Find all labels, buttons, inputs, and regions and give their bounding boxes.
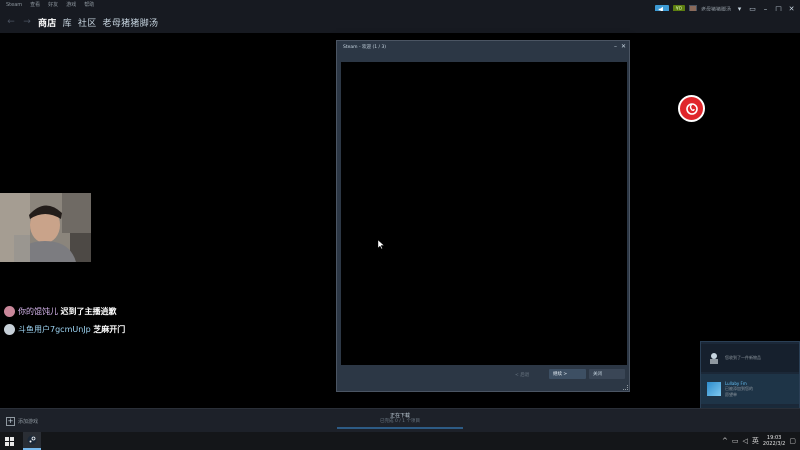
chat-text: 芝麻开门 bbox=[93, 325, 126, 334]
ime-lang-icon[interactable]: 英 bbox=[752, 436, 759, 446]
tab-library[interactable]: 库 bbox=[63, 16, 72, 29]
downloads-subtitle: 已完成 0 / 1 个项目 bbox=[380, 419, 420, 424]
notification-item[interactable]: 您收到了一件新物品 bbox=[701, 344, 799, 372]
back-arrow-icon[interactable]: ← bbox=[6, 17, 16, 27]
clock[interactable]: 19:03 2022/3/2 bbox=[763, 435, 785, 447]
close-icon[interactable]: ✕ bbox=[621, 43, 626, 50]
netease-music-icon[interactable] bbox=[678, 95, 705, 122]
notification-center-icon[interactable]: ▢ bbox=[789, 437, 796, 445]
avatar bbox=[4, 306, 15, 317]
navigation-bar: ← → 商店 库 社区 老母猪猪脚汤 bbox=[0, 11, 800, 33]
plus-icon: + bbox=[6, 417, 15, 426]
windows-start-icon[interactable] bbox=[0, 432, 18, 450]
minimize-icon[interactable]: – bbox=[614, 43, 617, 50]
dialog-content bbox=[341, 62, 627, 365]
gift-icon bbox=[710, 353, 718, 364]
steam-bottom-bar: + 添加游戏 正在下载 已完成 0 / 1 个项目 bbox=[0, 408, 800, 432]
next-button[interactable]: 继续 > bbox=[549, 369, 586, 379]
menu-item-help[interactable]: 帮助 bbox=[84, 0, 94, 11]
steam-taskbar-icon[interactable] bbox=[23, 432, 41, 450]
back-button[interactable]: < 后退 bbox=[511, 370, 541, 379]
menu-item-view[interactable]: 查看 bbox=[30, 0, 40, 11]
clock-date: 2022/3/2 bbox=[762, 441, 786, 447]
downloads-status[interactable]: 正在下载 已完成 0 / 1 个项目 bbox=[337, 413, 463, 429]
notification-text: 您收到了一件新物品 bbox=[725, 355, 761, 361]
notification-line: 已被添加到您的 bbox=[725, 386, 753, 392]
notification-line: 愿望单 bbox=[725, 391, 737, 397]
chat-message: 你的馄饨儿 迟到了主播逍歉 bbox=[4, 305, 134, 318]
chat-text: 迟到了主播逍歉 bbox=[60, 307, 117, 316]
network-icon[interactable]: ▭ bbox=[732, 437, 739, 445]
add-game-label: 添加游戏 bbox=[18, 419, 39, 425]
chat-username: 你的馄饨儿 bbox=[18, 307, 58, 316]
tab-store[interactable]: 商店 bbox=[38, 16, 57, 29]
system-tray: ^ ▭ ◁ 英 19:03 2022/3/2 ▢ bbox=[722, 432, 800, 450]
dialog-title: Steam - 欢迎 (1 / 3) bbox=[343, 45, 387, 50]
tab-profile[interactable]: 老母猪猪脚汤 bbox=[103, 16, 159, 29]
add-game-button[interactable]: + 添加游戏 bbox=[6, 417, 38, 426]
menu-item-games[interactable]: 游戏 bbox=[66, 0, 76, 11]
tab-community[interactable]: 社区 bbox=[78, 16, 97, 29]
downloads-progress-bar bbox=[337, 427, 463, 429]
notification-item[interactable]: Lullaby Fm 已被添加到您的 愿望单 bbox=[701, 374, 799, 404]
windows-taskbar: ^ ▭ ◁ 英 19:03 2022/3/2 ▢ bbox=[0, 432, 800, 450]
resize-handle[interactable] bbox=[623, 385, 628, 390]
chat-username: 斗鱼用户7gcmUnJp bbox=[18, 325, 91, 334]
webcam-feed bbox=[0, 193, 91, 262]
screen: Steam 查看 好友 游戏 帮助 ¥0 老母猪猪脚汤 ▾ ▭ – □ ✕ ← … bbox=[0, 0, 800, 450]
game-thumbnail bbox=[707, 382, 721, 396]
chat-overlay: 你的馄饨儿 迟到了主播逍歉 斗鱼用户7gcmUnJp 芝麻开门 bbox=[4, 305, 134, 341]
welcome-dialog: Steam - 欢迎 (1 / 3) – ✕ < 后退 继续 > 关闭 bbox=[336, 40, 630, 392]
volume-icon[interactable]: ◁ bbox=[743, 437, 748, 445]
forward-arrow-icon[interactable]: → bbox=[22, 17, 32, 27]
menu-item-steam[interactable]: Steam bbox=[6, 0, 22, 11]
mouse-cursor-icon bbox=[378, 240, 384, 249]
chat-message: 斗鱼用户7gcmUnJp 芝麻开门 bbox=[4, 323, 134, 336]
avatar bbox=[4, 324, 15, 335]
menu-item-friends[interactable]: 好友 bbox=[48, 0, 58, 11]
chevron-up-icon[interactable]: ^ bbox=[722, 437, 728, 445]
close-button[interactable]: 关闭 bbox=[589, 369, 625, 379]
